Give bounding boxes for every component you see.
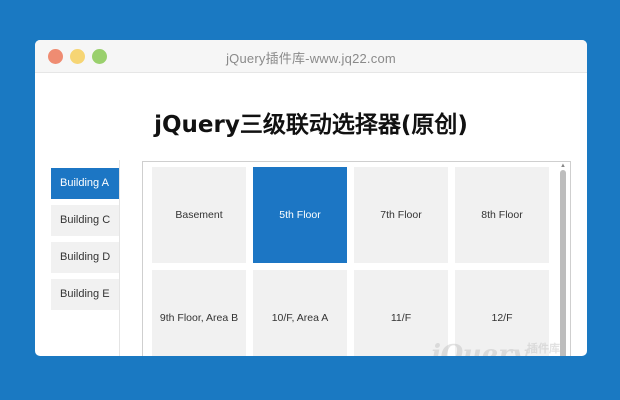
floor-option[interactable]: 10/F, Area A (253, 270, 347, 356)
floor-option[interactable]: Basement (152, 167, 246, 263)
window-title: jQuery插件库-www.jq22.com (226, 51, 396, 66)
vertical-scrollbar[interactable] (560, 170, 566, 356)
floor-option[interactable]: 7th Floor (354, 167, 448, 263)
building-tab-d[interactable]: Building D (51, 242, 119, 273)
floor-panel: Basement 5th Floor 7th Floor 8th Floor 9… (142, 161, 571, 356)
title-bar: jQuery插件库-www.jq22.com (35, 40, 587, 73)
page-title: jQuery三级联动选择器(原创) (154, 112, 468, 138)
floor-option[interactable]: 9th Floor, Area B (152, 270, 246, 356)
scroll-up-arrow-icon[interactable]: ▲ (560, 163, 566, 169)
watermark-text: jQuery (430, 340, 527, 356)
building-tab-a[interactable]: Building A (51, 168, 119, 199)
floor-option[interactable]: 8th Floor (455, 167, 549, 263)
browser-window: jQuery插件库-www.jq22.com jQuery三级联动选择器(原创)… (35, 40, 587, 356)
floor-grid: Basement 5th Floor 7th Floor 8th Floor 9… (152, 167, 552, 356)
sidebar-divider (119, 160, 120, 356)
building-tabs: Building A Building C Building D Buildin… (51, 168, 119, 356)
building-tab-c[interactable]: Building C (51, 205, 119, 236)
floor-option[interactable]: 5th Floor (253, 167, 347, 263)
watermark-subtext: 插件库 (527, 342, 560, 355)
building-tab-e[interactable]: Building E (51, 279, 119, 310)
jquery-logo-watermark: jQuery插件库 (431, 340, 560, 356)
